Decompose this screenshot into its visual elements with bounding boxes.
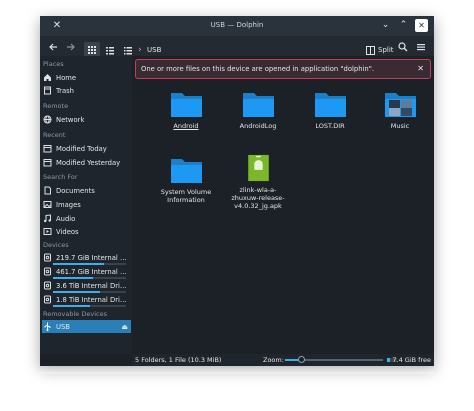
music-icon: [43, 214, 52, 223]
image-icon: [43, 200, 52, 209]
file-name: LOST.DIR: [315, 122, 345, 130]
sidebar-item-label: Videos: [56, 227, 79, 236]
places-panel: Places Home Trash Remote Network Recent …: [40, 56, 132, 354]
folder-icon: [242, 93, 274, 117]
sidebar-item-label: 3.6 TiB Internal Drive: [56, 281, 128, 290]
arrow-left-icon: [49, 43, 57, 51]
home-icon: [43, 73, 52, 82]
calendar-icon: [43, 158, 52, 167]
status-items-summary: 5 Folders, 1 File (10.3 MiB): [135, 356, 222, 364]
sidebar-item-usb[interactable]: USB ⏏: [42, 320, 131, 333]
search-icon: [398, 42, 408, 52]
trash-icon: [43, 86, 52, 95]
folder-icon: [314, 93, 346, 117]
sidebar-item-label: Trash: [56, 86, 74, 95]
file-name: Android: [173, 122, 199, 130]
file-name: Music: [390, 122, 410, 130]
sidebar-item-videos[interactable]: Videos: [43, 225, 129, 238]
free-space-label: 7.4 GiB free: [392, 356, 431, 364]
sidebar-item-home[interactable]: Home: [43, 71, 129, 84]
hard-drive-icon: [43, 267, 52, 276]
sidebar-item-documents[interactable]: Documents: [43, 184, 129, 197]
sidebar-item-label: 219.7 GiB Internal Drive: [56, 253, 128, 262]
folder-icon: [170, 159, 202, 183]
sidebar-item-label: Documents: [56, 186, 95, 195]
section-remote: Remote: [43, 102, 69, 110]
sidebar-item-label: Modified Yesterday: [56, 158, 121, 167]
sidebar-item-audio[interactable]: Audio: [43, 212, 129, 225]
sidebar-item-label: 461.7 GiB Internal Drive: [56, 267, 128, 276]
section-recent: Recent: [43, 131, 66, 139]
document-icon: [43, 186, 52, 195]
sidebar-item-label: 1.8 TiB Internal Drive: [56, 295, 128, 304]
section-places: Places: [43, 60, 64, 68]
sidebar-item-label: Audio: [56, 214, 76, 223]
title-bar: ✕ USB — Dolphin ⌄ ⌃ ✕: [40, 16, 434, 36]
section-removable-devices: Removable Devices: [43, 310, 107, 318]
apk-file-icon: [247, 154, 269, 182]
usb-icon: [43, 322, 52, 331]
close-button[interactable]: ✕: [415, 19, 428, 32]
sidebar-item-label: Modified Today: [56, 144, 107, 153]
eject-icon[interactable]: ⏏: [121, 323, 128, 331]
sidebar-item-network[interactable]: Network: [43, 113, 129, 126]
restore-button[interactable]: ⌃: [397, 19, 410, 32]
sidebar-item-modified-yesterday[interactable]: Modified Yesterday: [43, 156, 129, 169]
music-folder-icon: [384, 93, 416, 117]
sidebar-item-label: USB: [56, 322, 70, 331]
minimize-button[interactable]: ⌄: [379, 19, 392, 32]
file-item-system-volume-information[interactable]: System Volume Information: [156, 156, 216, 204]
sidebar-item-label: Images: [56, 200, 81, 209]
arrow-right-icon: [67, 43, 75, 51]
file-name: AndroidLog: [239, 122, 277, 130]
zoom-label: Zoom:: [263, 356, 284, 364]
status-bar: 5 Folders, 1 File (10.3 MiB) Zoom: 7.4 G…: [132, 354, 434, 366]
hard-drive-icon: [43, 295, 52, 304]
split-label: Split: [378, 46, 394, 54]
window-shadow: [40, 366, 434, 374]
sidebar-item-images[interactable]: Images: [43, 198, 129, 211]
drive-usage-fill: [53, 305, 90, 307]
split-view-icon: [366, 45, 375, 55]
file-name: System Volume Information: [160, 188, 212, 204]
section-devices: Devices: [43, 241, 69, 249]
network-icon: [43, 115, 52, 124]
file-view: One or more files on this device are ope…: [132, 56, 434, 354]
sidebar-item-modified-today[interactable]: Modified Today: [43, 142, 129, 155]
hard-drive-icon: [43, 281, 52, 290]
section-search-for: Search For: [43, 173, 78, 181]
file-item-androidlog[interactable]: AndroidLog: [228, 90, 288, 130]
drive-usage-bar: [53, 305, 126, 307]
banner-message: One or more files on this device are ope…: [141, 65, 374, 73]
file-item-music[interactable]: Music: [370, 90, 430, 130]
sidebar-item-label: Network: [56, 115, 85, 124]
sidebar-item-trash[interactable]: Trash: [43, 84, 129, 97]
zoom-slider-handle[interactable]: [297, 356, 305, 363]
menu-icon: [417, 44, 425, 51]
file-item-lost-dir[interactable]: LOST.DIR: [300, 90, 360, 130]
file-name: zlink-wla-a-zhuxuw-release-v4.0.32_jg.ap…: [231, 186, 285, 210]
folder-icon: [170, 93, 202, 117]
dolphin-window: ✕ USB — Dolphin ⌄ ⌃ ✕ › USB Split Places…: [40, 16, 434, 366]
file-item-android[interactable]: Android: [156, 90, 216, 130]
calendar-icon: [43, 144, 52, 153]
hard-drive-icon: [43, 253, 52, 262]
window-title: USB — Dolphin: [210, 21, 264, 29]
sidebar-item-label: Home: [56, 73, 77, 82]
warning-banner: One or more files on this device are ope…: [135, 59, 431, 79]
free-space-fill: [387, 358, 390, 362]
banner-close-icon[interactable]: ✕: [417, 64, 424, 73]
video-icon: [43, 227, 52, 236]
file-item-apk[interactable]: zlink-wla-a-zhuxuw-release-v4.0.32_jg.ap…: [228, 154, 288, 210]
zoom-slider[interactable]: [285, 356, 383, 363]
